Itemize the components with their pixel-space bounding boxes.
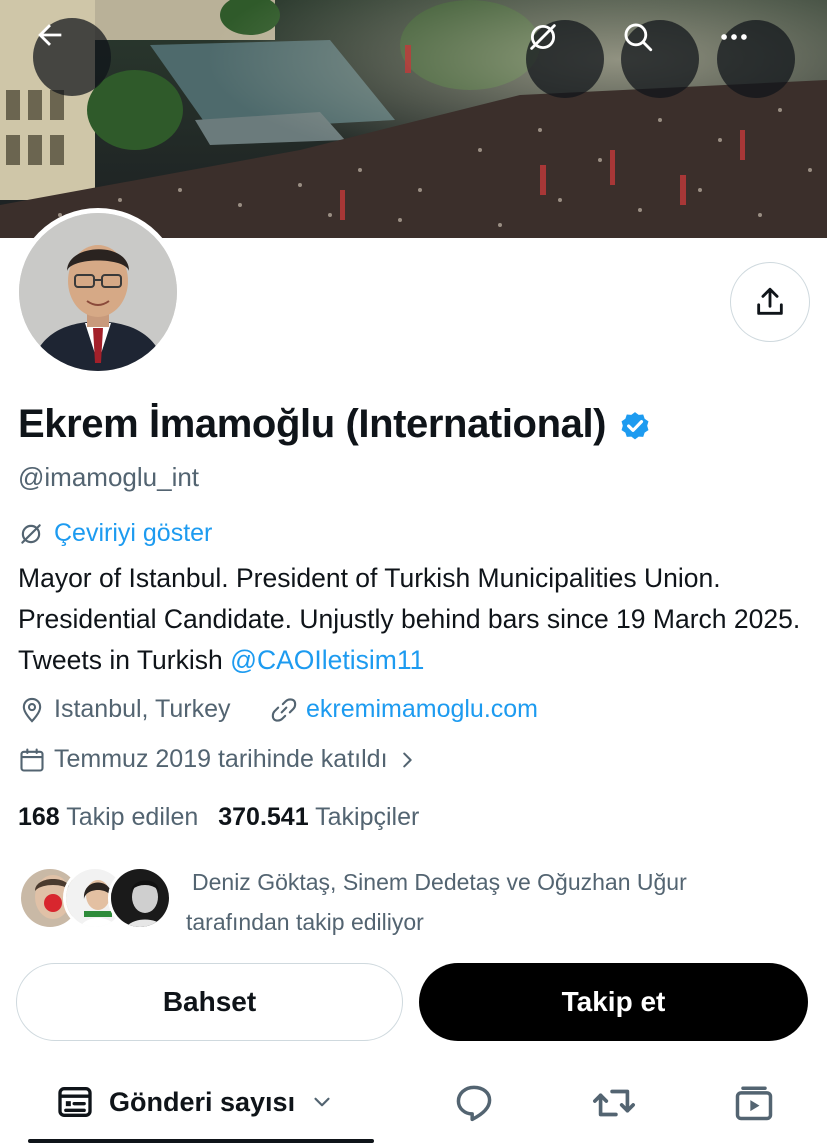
following-count: 168	[18, 803, 60, 831]
followers-label: Takipçiler	[315, 803, 420, 831]
profile-avatar[interactable]	[14, 208, 182, 376]
location-text: Istanbul, Turkey	[54, 695, 231, 723]
arrow-left-icon	[38, 24, 62, 46]
followed-by-names: Deniz Göktaş, Sinem Dedetaş ve Oğuzhan U…	[192, 869, 687, 895]
translate-off-icon	[21, 523, 41, 544]
share-profile-button[interactable]	[730, 262, 810, 342]
avatar-photo	[19, 213, 177, 371]
followed-by-text: Deniz Göktaş, Sinem Dedetaş ve Oğuzhan U…	[186, 862, 786, 942]
follow-stats: 168 Takip edilen 370.541 Takipçiler	[18, 803, 419, 832]
followers-count: 370.541	[218, 803, 309, 831]
more-options-button[interactable]	[717, 20, 795, 98]
following-stat[interactable]: 168 Takip edilen	[18, 803, 198, 832]
back-button[interactable]	[33, 18, 111, 96]
chevron-right-icon	[402, 752, 412, 767]
verified-badge-icon[interactable]	[618, 410, 652, 444]
profile-bio: Mayor of Istanbul. President of Turkish …	[18, 558, 818, 681]
chevron-down-icon	[314, 1097, 330, 1107]
mention-button[interactable]: Bahset	[16, 963, 403, 1041]
profile-joined-date[interactable]: Temmuz 2019 tarihinde katıldı	[18, 745, 418, 774]
location-pin-icon	[22, 697, 42, 723]
translate-bio-link[interactable]: Çeviriyi göster	[18, 519, 212, 548]
search-icon	[624, 23, 653, 52]
joined-text: Temmuz 2019 tarihinde katıldı	[54, 745, 388, 773]
translate-toggle-button[interactable]	[526, 20, 604, 98]
media-play-icon[interactable]	[732, 1080, 776, 1124]
replies-bubble-icon[interactable]	[452, 1080, 496, 1124]
website-link[interactable]: ekremimamoglu.com	[306, 695, 538, 724]
repost-icon[interactable]	[591, 1080, 637, 1126]
share-upload-icon	[757, 287, 783, 315]
profile-tabs: Gönderi sayısı	[0, 1072, 827, 1145]
more-horizontal-icon	[721, 34, 747, 40]
follow-button[interactable]: Takip et	[419, 963, 808, 1041]
bio-mention-link[interactable]: @CAOIletisim11	[230, 645, 424, 675]
tab-posts[interactable]: Gönderi sayısı	[55, 1082, 335, 1122]
translate-bio-label[interactable]: Çeviriyi göster	[54, 519, 212, 548]
profile-location: Istanbul, Turkey	[18, 695, 230, 724]
translate-off-icon	[530, 24, 556, 50]
posts-list-icon	[58, 1087, 92, 1117]
display-name: Ekrem İmamoğlu (International)	[18, 402, 607, 446]
link-icon	[271, 697, 297, 722]
follower-avatar	[108, 866, 172, 930]
search-button[interactable]	[621, 20, 699, 98]
active-tab-indicator	[28, 1139, 374, 1143]
following-label: Takip edilen	[66, 803, 199, 831]
followed-by-suffix: tarafından takip ediliyor	[186, 909, 424, 935]
followers-stat[interactable]: 370.541 Takipçiler	[218, 803, 419, 832]
calendar-icon	[20, 747, 44, 772]
profile-banner[interactable]	[0, 0, 827, 238]
tab-posts-label: Gönderi sayısı	[109, 1086, 296, 1117]
profile-handle: @imamoglu_int	[18, 462, 200, 492]
banner-photo	[0, 0, 827, 238]
profile-name-row: Ekrem İmamoğlu (International)	[18, 402, 652, 447]
profile-website[interactable]: ekremimamoglu.com	[270, 695, 538, 724]
